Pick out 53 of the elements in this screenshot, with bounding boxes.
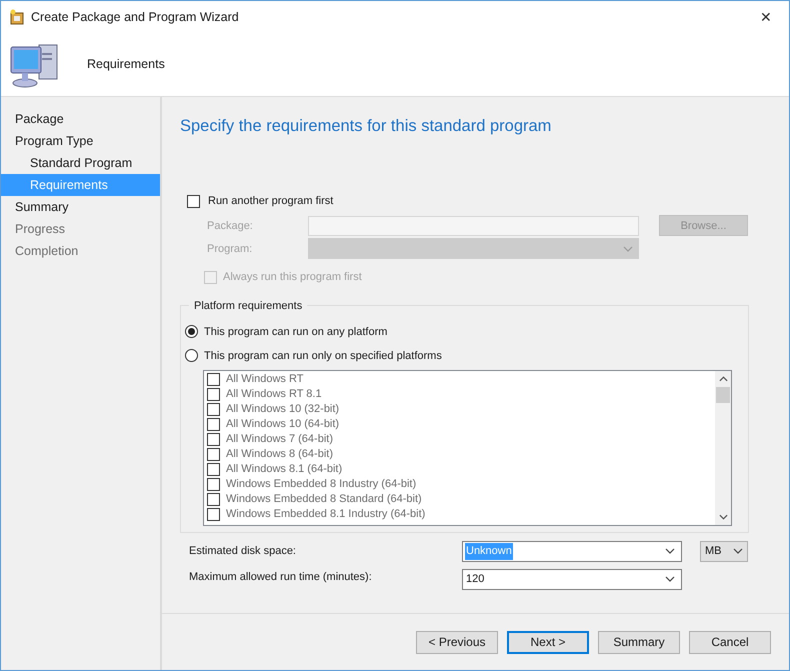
checkbox[interactable]: [207, 372, 220, 386]
checkbox-label: Always run this program first: [223, 270, 362, 286]
field-label: Estimated disk space:: [189, 544, 297, 559]
scroll-down-icon[interactable]: [718, 514, 728, 520]
scroll-up-icon[interactable]: [718, 376, 728, 382]
checkbox[interactable]: [207, 478, 220, 491]
nav-item[interactable]: Program Type: [1, 130, 160, 152]
caret-icon: [733, 548, 743, 554]
checkbox[interactable]: [207, 432, 220, 446]
field-label: Program:: [207, 242, 254, 256]
checkbox[interactable]: [207, 388, 220, 401]
window-title: Create Package and Program Wizard: [31, 8, 240, 26]
nav-item[interactable]: Standard Program: [1, 152, 160, 174]
platform-label: All Windows 8.1 (64-bit): [226, 462, 342, 477]
platform-label: Windows Embedded 8 Standard (64-bit): [226, 492, 422, 507]
platform-label: All Windows 10 (32-bit): [226, 402, 340, 417]
header-title: Requirements: [87, 56, 165, 74]
unit-dropdown[interactable]: MB: [700, 540, 748, 562]
field-label: Package:: [207, 218, 254, 234]
field-label: Maximum allowed run time (minutes):: [189, 570, 373, 585]
caret-icon: [665, 548, 675, 554]
page-title: Specify the requirements for this standard program: [180, 116, 552, 137]
run-time-dropdown[interactable]: 120: [462, 568, 682, 590]
platform-label: All Windows 10 (64-bit): [226, 417, 340, 432]
checkbox[interactable]: [207, 448, 220, 461]
platform-label: All Windows RT 8.1: [226, 387, 322, 402]
nav-item[interactable]: Package: [1, 108, 160, 130]
platform-label: All Windows 8 (64-bit): [226, 447, 333, 462]
radio-button[interactable]: [185, 325, 198, 338]
platform-label: All Windows RT: [226, 372, 304, 387]
wizard-button[interactable]: Next >: [507, 630, 589, 654]
caret-icon: [623, 246, 633, 252]
wizard-button[interactable]: < Previous: [416, 630, 498, 654]
checkbox-label: Run another program first: [208, 194, 334, 209]
nav-item[interactable]: Summary: [1, 196, 160, 218]
checkbox[interactable]: [207, 508, 220, 521]
package-icon: [9, 9, 25, 25]
checkbox[interactable]: [207, 492, 220, 506]
checkbox[interactable]: [207, 462, 220, 476]
checkbox[interactable]: [207, 402, 220, 416]
platform-label: Windows Embedded 8 Industry (64-bit): [226, 477, 416, 492]
scroll-thumb[interactable]: [716, 386, 730, 403]
checkbox[interactable]: [207, 418, 220, 431]
radio-label: This program can run on any platform: [204, 324, 388, 340]
wizard-button[interactable]: Cancel: [689, 630, 771, 654]
radio-button[interactable]: [185, 349, 198, 362]
platform-label: Windows Embedded 8.1 Industry (64-bit): [226, 507, 426, 522]
radio-label: This program can run only on specified platforms: [204, 348, 442, 364]
wizard-button[interactable]: Summary: [598, 630, 680, 654]
caret-icon: [665, 576, 675, 582]
scrollbar[interactable]: [715, 370, 731, 525]
close-button[interactable]: ✕: [751, 6, 781, 28]
platform-label: All Windows 7 (64-bit): [226, 432, 333, 447]
